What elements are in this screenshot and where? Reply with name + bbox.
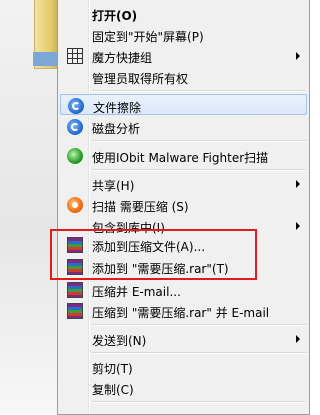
menu-item-magic-cube-group[interactable]: 魔方快捷组 bbox=[60, 45, 307, 66]
menu-item-label: 管理员取得所有权 bbox=[92, 72, 189, 86]
context-menu: 打开(O) 固定到"开始"屏幕(P) 魔方快捷组 管理员取得所有权 文件擦除 磁… bbox=[57, 0, 310, 415]
menu-separator bbox=[92, 169, 306, 171]
submenu-arrow-icon bbox=[296, 180, 300, 188]
menu-item-label: 使用IObit Malware Fighter扫描 bbox=[92, 151, 269, 165]
menu-item-label: 压缩并 E-mail... bbox=[92, 285, 181, 299]
menu-item-cut[interactable]: 剪切(T) bbox=[60, 356, 307, 377]
menu-item-take-ownership[interactable]: 管理员取得所有权 bbox=[60, 66, 307, 87]
menu-item-file-shred[interactable]: 文件擦除 bbox=[60, 94, 307, 115]
annotation-highlight-box bbox=[50, 229, 257, 280]
menu-item-label: 扫描 需要压缩 (S) bbox=[92, 200, 189, 214]
file-shredder-icon bbox=[68, 98, 84, 114]
submenu-arrow-icon bbox=[296, 222, 300, 230]
submenu-arrow-icon bbox=[296, 52, 300, 60]
menu-separator bbox=[92, 352, 306, 354]
menu-item-label: 复制(C) bbox=[92, 383, 134, 397]
submenu-arrow-icon bbox=[296, 335, 300, 343]
menu-item-label: 文件擦除 bbox=[93, 101, 142, 115]
menu-item-label: 发送到(N) bbox=[92, 334, 147, 348]
menu-item-pin-to-start[interactable]: 固定到"开始"屏幕(P) bbox=[60, 24, 307, 45]
folder-icon[interactable] bbox=[33, 0, 59, 69]
menu-item-scan[interactable]: 扫描 需要压缩 (S) bbox=[60, 194, 307, 215]
menu-item-label: 共享(H) bbox=[92, 179, 135, 193]
menu-separator bbox=[92, 401, 306, 403]
menu-item-share[interactable]: 共享(H) bbox=[60, 173, 307, 194]
iobit-icon bbox=[67, 148, 83, 164]
menu-item-disk-analysis[interactable]: 磁盘分析 bbox=[60, 116, 307, 137]
menu-item-label: 压缩到 "需要压缩.rar" 并 E-mail bbox=[92, 306, 270, 320]
grid-icon bbox=[67, 48, 83, 64]
menu-item-compress-and-email[interactable]: 压缩并 E-mail... bbox=[60, 279, 307, 300]
menu-item-label: 魔方快捷组 bbox=[92, 51, 153, 65]
menu-item-send-to[interactable]: 发送到(N) bbox=[60, 328, 307, 349]
menu-item-label: 磁盘分析 bbox=[92, 122, 141, 136]
scan-icon bbox=[67, 197, 83, 213]
menu-separator bbox=[92, 140, 306, 142]
menu-item-copy[interactable]: 复制(C) bbox=[60, 377, 307, 398]
file-label-icon bbox=[33, 52, 59, 66]
winrar-icon bbox=[67, 282, 83, 298]
winrar-icon bbox=[67, 303, 83, 319]
menu-item-iobit-scan[interactable]: 使用IObit Malware Fighter扫描 bbox=[60, 145, 307, 166]
menu-item-compress-to-rar-and-email[interactable]: 压缩到 "需要压缩.rar" 并 E-mail bbox=[60, 300, 307, 321]
menu-item-label: 固定到"开始"屏幕(P) bbox=[92, 30, 204, 44]
menu-item-label: 剪切(T) bbox=[92, 362, 133, 376]
menu-item-label: 打开(O) bbox=[92, 9, 138, 23]
disk-analysis-icon bbox=[67, 119, 83, 135]
menu-separator bbox=[92, 90, 306, 92]
menu-item-open[interactable]: 打开(O) bbox=[60, 3, 307, 24]
desktop-background bbox=[0, 0, 59, 414]
menu-separator bbox=[92, 324, 306, 326]
